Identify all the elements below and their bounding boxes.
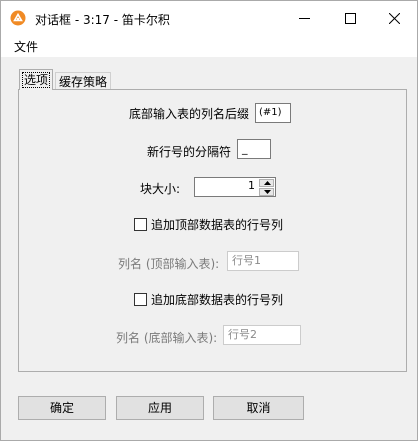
spinner-up-button[interactable]	[259, 179, 274, 187]
maximize-icon	[345, 13, 356, 24]
ok-button[interactable]: 确定	[18, 396, 106, 420]
separator-label: 新行号的分隔符	[147, 145, 232, 159]
add-top-rownum-checkbox[interactable]	[134, 218, 147, 231]
close-button[interactable]	[371, 1, 417, 35]
bottom-suffix-label: 底部输入表的列名后缀	[129, 107, 250, 121]
bottom-colname-field[interactable]: 行号2	[223, 325, 301, 345]
tab-cache-strategy[interactable]: 缓存策略	[55, 72, 111, 90]
maximize-button[interactable]	[327, 1, 373, 35]
tab-options-label: 选项	[21, 72, 50, 88]
block-size-label: 块大小:	[140, 182, 181, 196]
arrow-up-icon	[264, 181, 271, 185]
block-size-value: 1	[248, 179, 255, 192]
apply-button[interactable]: 应用	[116, 396, 204, 420]
add-bottom-rownum-checkbox[interactable]	[134, 293, 147, 306]
top-colname-label: 列名 (顶部输入表):	[118, 257, 220, 271]
bottom-colname-label: 列名 (底部输入表):	[116, 331, 218, 345]
cancel-button[interactable]: 取消	[213, 396, 304, 420]
menu-bar: 文件	[1, 35, 417, 57]
minimize-button[interactable]	[281, 1, 327, 35]
menu-file[interactable]: 文件	[12, 38, 40, 55]
tab-cache-strategy-label: 缓存策略	[58, 75, 107, 89]
dialog-window: 对话框 - 3:17 - 笛卡尔积 文件 选项 缓存策略 底部输入表的列名后缀 …	[0, 0, 418, 441]
close-icon	[389, 13, 400, 24]
block-size-spinner[interactable]: 1	[194, 177, 276, 197]
spinner-down-button[interactable]	[259, 188, 274, 196]
tab-options[interactable]: 选项	[19, 69, 53, 90]
add-bottom-rownum-label: 追加底部数据表的行号列	[151, 293, 284, 307]
title-bar: 对话框 - 3:17 - 笛卡尔积	[1, 1, 417, 35]
window-title: 对话框 - 3:17 - 笛卡尔积	[35, 13, 170, 27]
app-logo-icon	[10, 10, 26, 26]
bottom-suffix-field[interactable]: (#1)	[255, 103, 291, 123]
top-colname-field[interactable]: 行号1	[227, 251, 299, 271]
minimize-icon	[299, 18, 310, 19]
separator-field[interactable]: _	[237, 139, 271, 159]
add-top-rownum-label: 追加顶部数据表的行号列	[151, 218, 284, 232]
arrow-down-icon	[264, 190, 271, 194]
